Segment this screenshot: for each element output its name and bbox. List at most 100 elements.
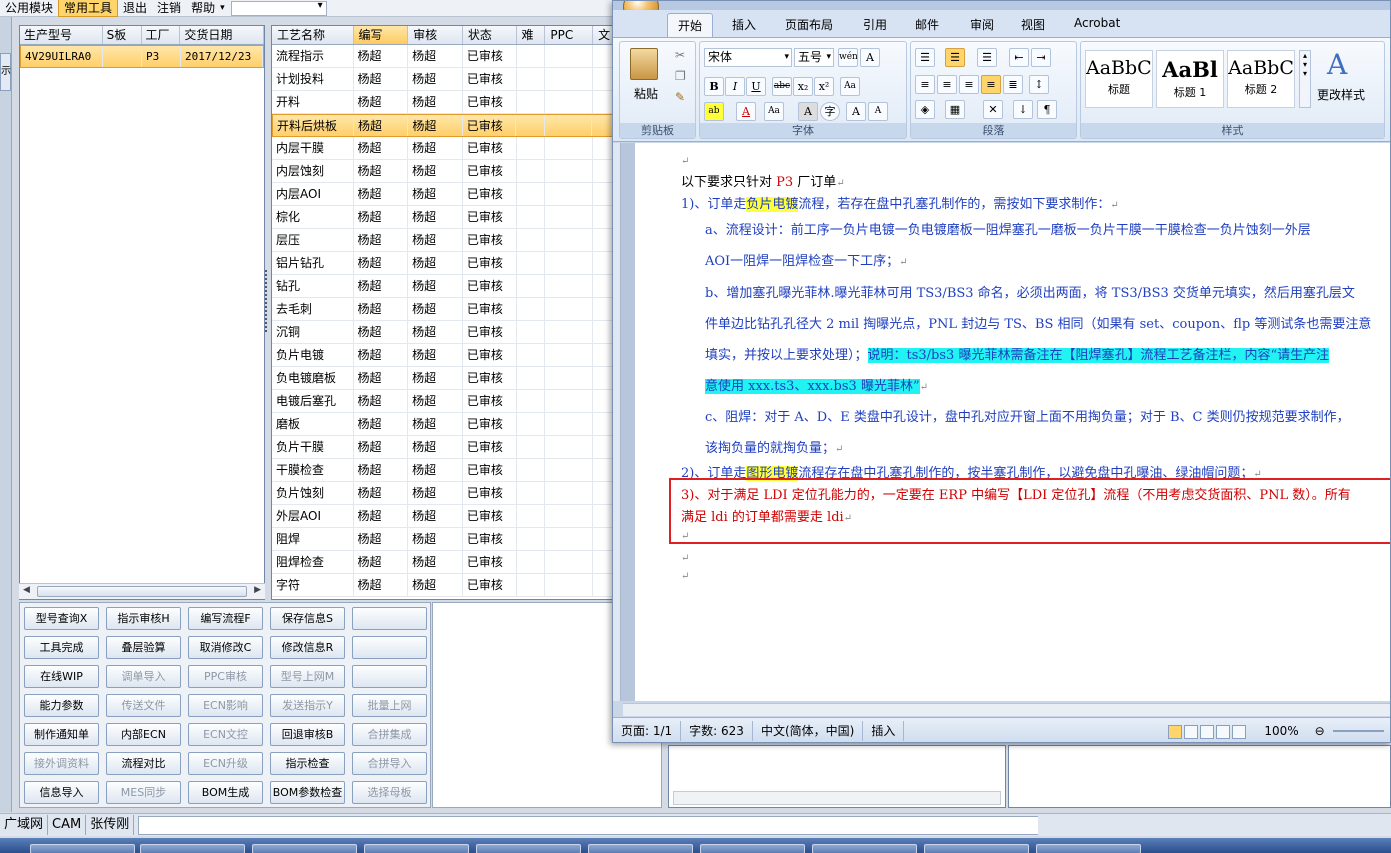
status-page[interactable]: 页面: 1/1 (613, 721, 682, 741)
subscript-icon[interactable]: x₂ (793, 77, 813, 96)
col-author[interactable]: 编写 (353, 26, 409, 44)
paste-button[interactable]: 粘贴 (634, 85, 658, 102)
table-row[interactable]: 负片电镀 杨超 杨超 已审核 (272, 344, 615, 367)
taskbar-button[interactable] (252, 844, 357, 853)
col-difficulty[interactable]: 难 (517, 26, 546, 44)
asian-layout-icon[interactable]: ✕ (983, 100, 1003, 119)
menu-help[interactable]: 帮助 (186, 0, 220, 16)
tab-references[interactable]: 引用 (863, 16, 887, 33)
enclose-char-icon[interactable]: 字 (820, 102, 840, 121)
table-row[interactable]: 内层蚀刻 杨超 杨超 已审核 (272, 160, 615, 183)
table-row[interactable]: 内层干膜 杨超 杨超 已审核 (272, 137, 615, 160)
bullets-icon[interactable]: ☰ (915, 48, 935, 67)
action-button[interactable]: 型号查询X (24, 607, 99, 630)
highlight-icon[interactable]: ab (704, 102, 724, 121)
scroll-right-icon[interactable]: ▶ (254, 585, 261, 595)
table-row[interactable]: 层压 杨超 杨超 已审核 (272, 229, 615, 252)
tab-view[interactable]: 视图 (1021, 16, 1045, 33)
action-button[interactable]: 回退审核B (270, 723, 345, 746)
toolbar-combo[interactable] (230, 0, 327, 16)
copy-icon[interactable]: ❐ (675, 69, 686, 83)
outline-icon[interactable] (1216, 724, 1231, 739)
table-row[interactable]: 干膜检查 杨超 杨超 已审核 (272, 459, 615, 482)
grow-font-icon[interactable]: A (846, 102, 866, 121)
table-row[interactable]: 负片干膜 杨超 杨超 已审核 (272, 436, 615, 459)
table-row[interactable]: 4V29UILRA0 P3 2017/12/23 (20, 45, 264, 68)
action-button[interactable]: 选择母板 (352, 781, 427, 804)
table-row[interactable]: 磨板 杨超 杨超 已审核 (272, 413, 615, 436)
splitter-grip[interactable] (263, 268, 269, 348)
action-button[interactable]: 内部ECN (106, 723, 181, 746)
clear-format-icon[interactable]: Aa (840, 77, 860, 96)
table-row[interactable]: 阻焊检查 杨超 杨超 已审核 (272, 551, 615, 574)
table-row[interactable]: 字符 杨超 杨超 已审核 (272, 574, 615, 597)
action-button[interactable] (352, 607, 427, 630)
style-heading-2[interactable]: AaBbC 标题 2 (1227, 50, 1295, 108)
decrease-indent-icon[interactable]: ⇤ (1009, 48, 1029, 67)
line-spacing-icon[interactable]: ↕ (1029, 75, 1049, 94)
full-screen-icon[interactable] (1184, 724, 1199, 739)
dropdown-arrow-icon[interactable]: ▾ (220, 0, 225, 16)
col-reviewer[interactable]: 审核 (408, 26, 463, 44)
borders-icon[interactable]: ▦ (945, 100, 965, 119)
taskbar-button[interactable] (1036, 844, 1141, 853)
action-button[interactable]: 工具完成 (24, 636, 99, 659)
phonetic-guide-icon[interactable]: wén (838, 48, 858, 67)
scroll-left-icon[interactable]: ◀ (23, 585, 30, 595)
document-hscrollbar[interactable] (623, 703, 1390, 716)
table-row[interactable]: 内层AOI 杨超 杨超 已审核 (272, 183, 615, 206)
paste-icon[interactable] (630, 48, 658, 80)
show-marks-icon[interactable]: ¶ (1037, 100, 1057, 119)
status-insert-mode[interactable]: 插入 (863, 721, 905, 741)
italic-icon[interactable]: I (725, 77, 745, 96)
tab-mailings[interactable]: 邮件 (915, 16, 939, 33)
menu-public-modules[interactable]: 公用模块 (0, 0, 58, 16)
action-button[interactable]: 批量上网 (352, 694, 427, 717)
char-shading-icon[interactable]: A (798, 102, 818, 121)
menu-logout[interactable]: 注销 (152, 0, 186, 16)
col-delivery-date[interactable]: 交货日期 (180, 26, 264, 44)
style-title[interactable]: AaBbC( 标题 (1085, 50, 1153, 108)
action-button[interactable]: 指示检查 (270, 752, 345, 775)
action-button[interactable]: 编写流程F (188, 607, 263, 630)
action-button[interactable]: 信息导入 (24, 781, 99, 804)
action-button[interactable]: ECN升级 (188, 752, 263, 775)
action-button[interactable]: 制作通知单 (24, 723, 99, 746)
web-layout-icon[interactable] (1200, 724, 1215, 739)
strikethrough-icon[interactable]: abc (772, 77, 792, 96)
taskbar-button[interactable] (140, 844, 245, 853)
align-left-icon[interactable]: ≡ (915, 75, 935, 94)
action-button[interactable]: 保存信息S (270, 607, 345, 630)
tab-insert[interactable]: 插入 (732, 16, 756, 33)
action-button[interactable]: 调单导入 (106, 665, 181, 688)
action-button[interactable]: ECN影响 (188, 694, 263, 717)
tab-home[interactable]: 开始 (667, 13, 714, 37)
align-center-icon[interactable]: ≡ (937, 75, 957, 94)
taskbar-button[interactable] (588, 844, 693, 853)
taskbar-button[interactable] (476, 844, 581, 853)
tab-acrobat[interactable]: Acrobat (1074, 16, 1120, 30)
model-grid-scrollbar[interactable]: ◀ ▶ (19, 583, 265, 599)
table-row[interactable]: 开料后烘板 杨超 杨超 已审核 (272, 114, 615, 137)
table-row[interactable]: 钻孔 杨超 杨超 已审核 (272, 275, 615, 298)
document-page[interactable]: ↵ 以下要求只针对 P3 厂订单↵ 1)、订单走负片电镀流程，若存在盘中孔塞孔制… (635, 143, 1390, 701)
draft-icon[interactable] (1232, 724, 1247, 739)
underline-icon[interactable]: U (746, 77, 766, 96)
action-button[interactable]: 能力参数 (24, 694, 99, 717)
change-styles-icon[interactable]: A (1327, 48, 1347, 81)
taskbar-button[interactable] (924, 844, 1029, 853)
action-button[interactable]: MES同步 (106, 781, 181, 804)
taskbar-button[interactable] (700, 844, 805, 853)
col-s-board[interactable]: S板 (103, 26, 142, 44)
table-row[interactable]: 负电镀磨板 杨超 杨超 已审核 (272, 367, 615, 390)
numbering-icon[interactable]: ☰ (945, 48, 965, 67)
table-row[interactable]: 计划投料 杨超 杨超 已审核 (272, 68, 615, 91)
action-button[interactable]: 流程对比 (106, 752, 181, 775)
table-row[interactable]: 电镀后塞孔 杨超 杨超 已审核 (272, 390, 615, 413)
action-button[interactable]: 合拼导入 (352, 752, 427, 775)
zoom-level[interactable]: 100% (1256, 721, 1306, 741)
action-button[interactable]: 合拼集成 (352, 723, 427, 746)
font-name-select[interactable]: 宋体 (704, 48, 792, 67)
table-row[interactable]: 阻焊 杨超 杨超 已审核 (272, 528, 615, 551)
action-button[interactable]: PPC审核 (188, 665, 263, 688)
